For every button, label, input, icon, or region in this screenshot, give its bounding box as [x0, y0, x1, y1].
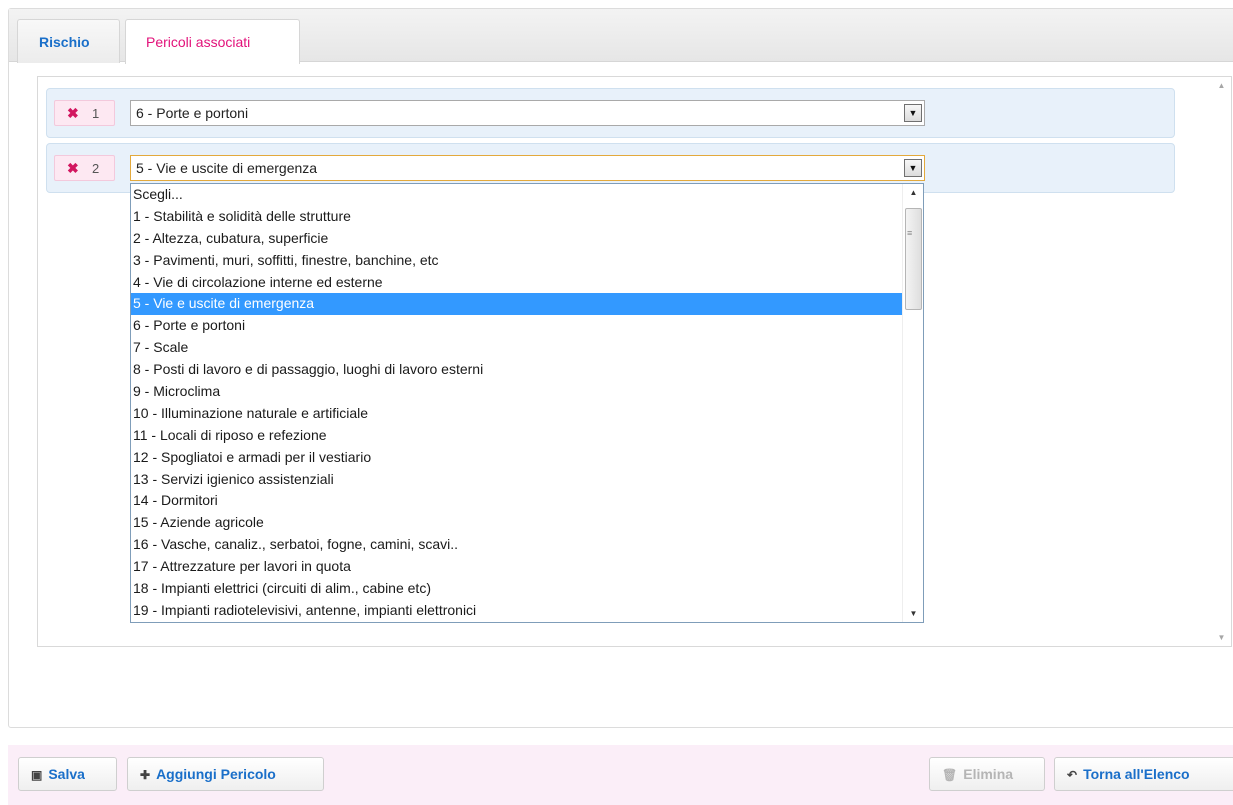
add-hazard-button[interactable]: ✚ Aggiungi Pericolo — [127, 757, 324, 791]
tab-bar: Rischio Pericoli associati — [9, 9, 1233, 64]
action-bar: ▣ Salva ✚ Aggiungi Pericolo 🗑 Elimina ↶ Torn… — [8, 745, 1233, 805]
dropdown-option[interactable]: 16 - Vasche, canaliz., serbatoi, fogne, … — [131, 534, 923, 556]
dropdown-option[interactable]: 5 - Vie e uscite di emergenza — [131, 293, 923, 316]
scroll-up-icon[interactable]: ▲ — [1212, 77, 1231, 94]
delete-button[interactable]: 🗑 Elimina — [929, 757, 1045, 791]
row-number: 1 — [92, 106, 100, 121]
save-icon: ▣ — [31, 768, 43, 782]
back-label: Torna all'Elenco — [1083, 766, 1190, 782]
dropdown-option[interactable]: 11 - Locali di riposo e refezione — [131, 425, 923, 447]
dropdown-option[interactable]: 13 - Servizi igienico assistenziali — [131, 469, 923, 491]
dropdown-option[interactable]: Scegli... — [131, 184, 923, 206]
chevron-down-icon[interactable]: ▼ — [904, 104, 922, 122]
tab-rischio[interactable]: Rischio — [17, 19, 120, 63]
hazard-select-value: 6 - Porte e portoni — [136, 105, 249, 121]
add-label: Aggiungi Pericolo — [156, 766, 276, 782]
dropdown-option[interactable]: 10 - Illuminazione naturale e artificial… — [131, 403, 923, 425]
trash-icon: 🗑 — [942, 768, 958, 782]
scroll-down-icon[interactable]: ▼ — [903, 605, 923, 622]
dropdown-option[interactable]: 4 - Vie di circolazione interne ed ester… — [131, 272, 923, 294]
dropdown-option[interactable]: 1 - Stabilità e solidità delle strutture — [131, 206, 923, 228]
hazard-row: ✖ 1 6 - Porte e portoni ▼ — [46, 88, 1175, 138]
back-to-list-button[interactable]: ↶ Torna all'Elenco — [1054, 757, 1233, 791]
close-icon[interactable]: ✖ — [67, 105, 79, 122]
dropdown-option[interactable]: 17 - Attrezzature per lavori in quota — [131, 556, 923, 578]
back-arrow-icon: ↶ — [1067, 768, 1078, 782]
hazard-select[interactable]: 5 - Vie e uscite di emergenza ▼ — [130, 155, 925, 181]
hazard-dropdown-list[interactable]: Scegli... 1 - Stabilità e solidità delle … — [130, 183, 924, 623]
tab-pericoli-associati[interactable]: Pericoli associati — [125, 19, 300, 64]
dropdown-option[interactable]: 3 - Pavimenti, muri, soffitti, finestre,… — [131, 250, 923, 272]
row-badge: ✖ 1 — [54, 100, 115, 126]
dropdown-option[interactable]: 19 - Impianti radiotelevisivi, antenne, … — [131, 600, 923, 622]
chevron-down-icon[interactable]: ▼ — [904, 159, 922, 177]
row-number: 2 — [92, 161, 100, 176]
dropdown-option[interactable]: 14 - Dormitori — [131, 490, 923, 512]
grip-icon: ≡ — [907, 228, 913, 238]
dropdown-option[interactable]: 2 - Altezza, cubatura, superficie — [131, 228, 923, 250]
hazard-select[interactable]: 6 - Porte e portoni ▼ — [130, 100, 925, 126]
dropdown-scrollbar[interactable]: ▲ ≡ ▼ — [902, 184, 923, 622]
hazard-select-value: 5 - Vie e uscite di emergenza — [136, 160, 318, 176]
dropdown-option[interactable]: 8 - Posti di lavoro e di passaggio, luog… — [131, 359, 923, 381]
save-label: Salva — [48, 766, 85, 782]
content-scrollbar[interactable]: ▲ ▼ — [1212, 77, 1231, 646]
close-icon[interactable]: ✖ — [67, 160, 79, 177]
scrollbar-thumb[interactable] — [905, 208, 922, 310]
save-button[interactable]: ▣ Salva — [18, 757, 117, 791]
scroll-up-icon[interactable]: ▲ — [903, 184, 923, 201]
dropdown-option[interactable]: 9 - Microclima — [131, 381, 923, 403]
scroll-down-icon[interactable]: ▼ — [1212, 629, 1231, 646]
dropdown-option[interactable]: 18 - Impianti elettrici (circuiti di ali… — [131, 578, 923, 600]
dropdown-option[interactable]: 7 - Scale — [131, 337, 923, 359]
dropdown-option[interactable]: 12 - Spogliatoi e armadi per il vestiari… — [131, 447, 923, 469]
dropdown-option[interactable]: 6 - Porte e portoni — [131, 315, 923, 337]
dropdown-option[interactable]: 15 - Aziende agricole — [131, 512, 923, 534]
plus-icon: ✚ — [140, 768, 151, 782]
row-badge: ✖ 2 — [54, 155, 115, 181]
delete-label: Elimina — [963, 766, 1014, 782]
